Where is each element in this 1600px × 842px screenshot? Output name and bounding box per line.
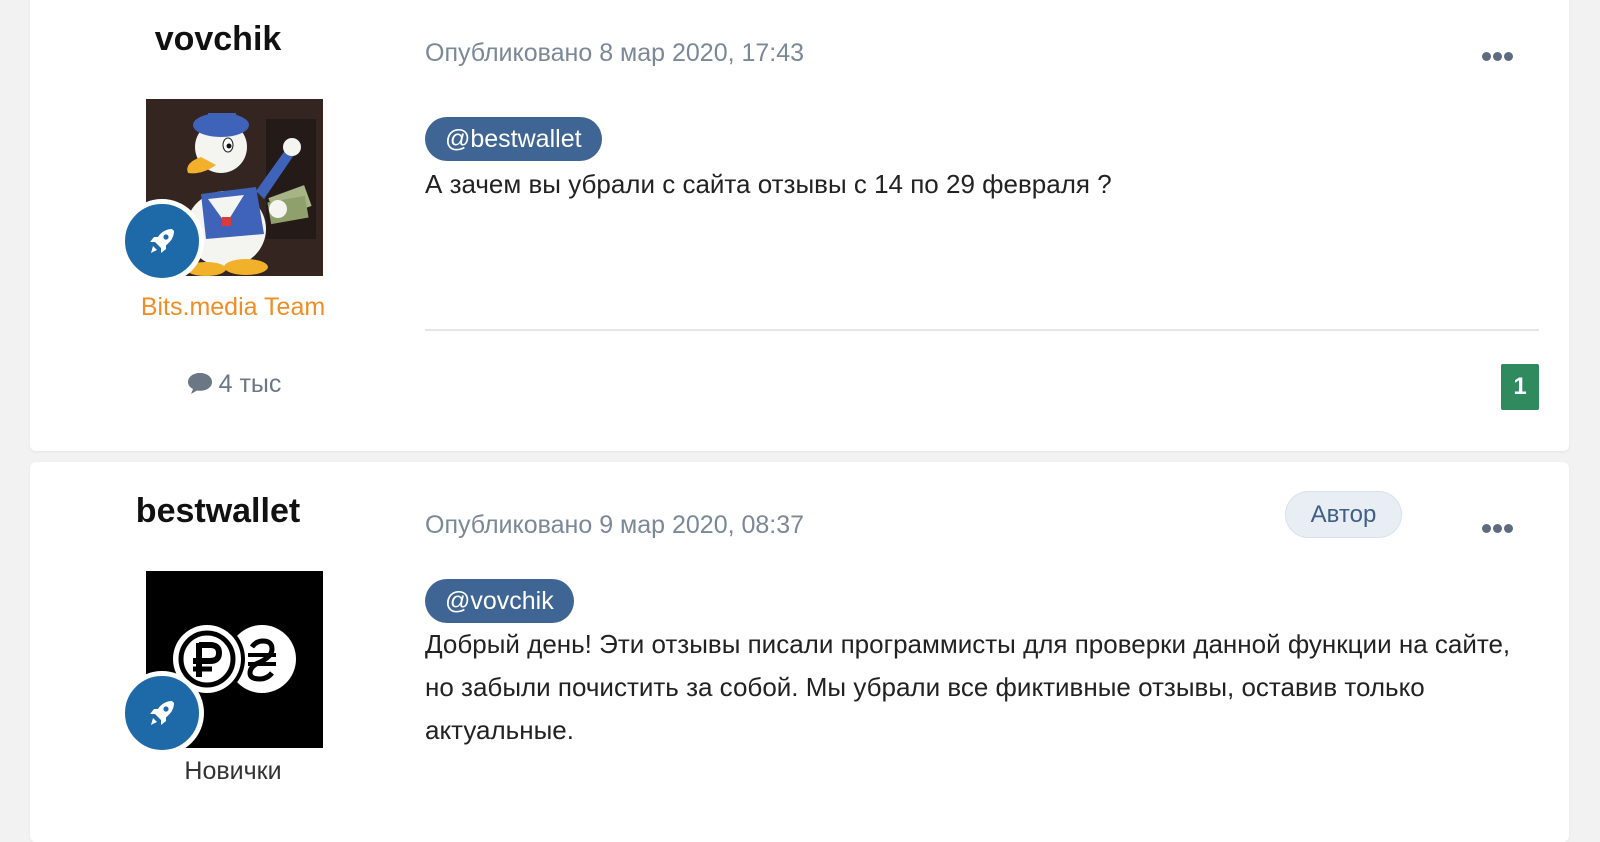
post-date: Опубликовано 8 мар 2020, 17:43 bbox=[425, 39, 804, 68]
author-name-link[interactable]: vovchik bbox=[14, 20, 422, 59]
author-panel: vovchik Bits.media Team 4 тыс bbox=[30, 0, 438, 451]
reaction-count-badge[interactable]: 1 bbox=[1501, 364, 1539, 410]
post-date-link[interactable]: 9 мар 2020, 08:37 bbox=[599, 511, 804, 539]
author-group-label: Новички bbox=[184, 757, 282, 785]
author-group-label: Bits.media Team bbox=[140, 293, 326, 321]
more-options-icon[interactable] bbox=[1482, 48, 1516, 62]
more-options-icon[interactable] bbox=[1482, 520, 1516, 534]
mention-link[interactable]: @bestwallet bbox=[425, 117, 602, 161]
comment-icon bbox=[187, 373, 212, 394]
rocket-icon bbox=[150, 229, 174, 253]
post-divider bbox=[425, 329, 1539, 331]
forum-post: vovchik Bits.media Team 4 тыс Опубликова… bbox=[30, 0, 1569, 451]
post-count-value: 4 тыс bbox=[218, 370, 282, 398]
post-content: Добрый день! Эти отзывы писали программи… bbox=[425, 629, 1511, 745]
post-date: Опубликовано 9 мар 2020, 08:37 bbox=[425, 511, 804, 540]
rocket-icon bbox=[150, 701, 174, 725]
author-panel: bestwallet Новички bbox=[30, 462, 438, 842]
rank-badge bbox=[120, 671, 204, 755]
post-date-link[interactable]: 8 мар 2020, 17:43 bbox=[599, 39, 804, 67]
author-badge: Автор bbox=[1285, 491, 1402, 538]
rank-badge bbox=[120, 199, 204, 283]
forum-post: bestwallet Новички Опубликовано 9 мар 20… bbox=[30, 462, 1569, 842]
author-name-link[interactable]: bestwallet bbox=[14, 492, 422, 531]
posted-label: Опубликовано bbox=[425, 511, 593, 539]
post-content: А зачем вы убрали с сайта отзывы с 14 по… bbox=[425, 169, 1112, 199]
mention-link[interactable]: @vovchik bbox=[425, 579, 574, 623]
posted-label: Опубликовано bbox=[425, 39, 593, 67]
post-count: 4 тыс bbox=[30, 370, 438, 399]
